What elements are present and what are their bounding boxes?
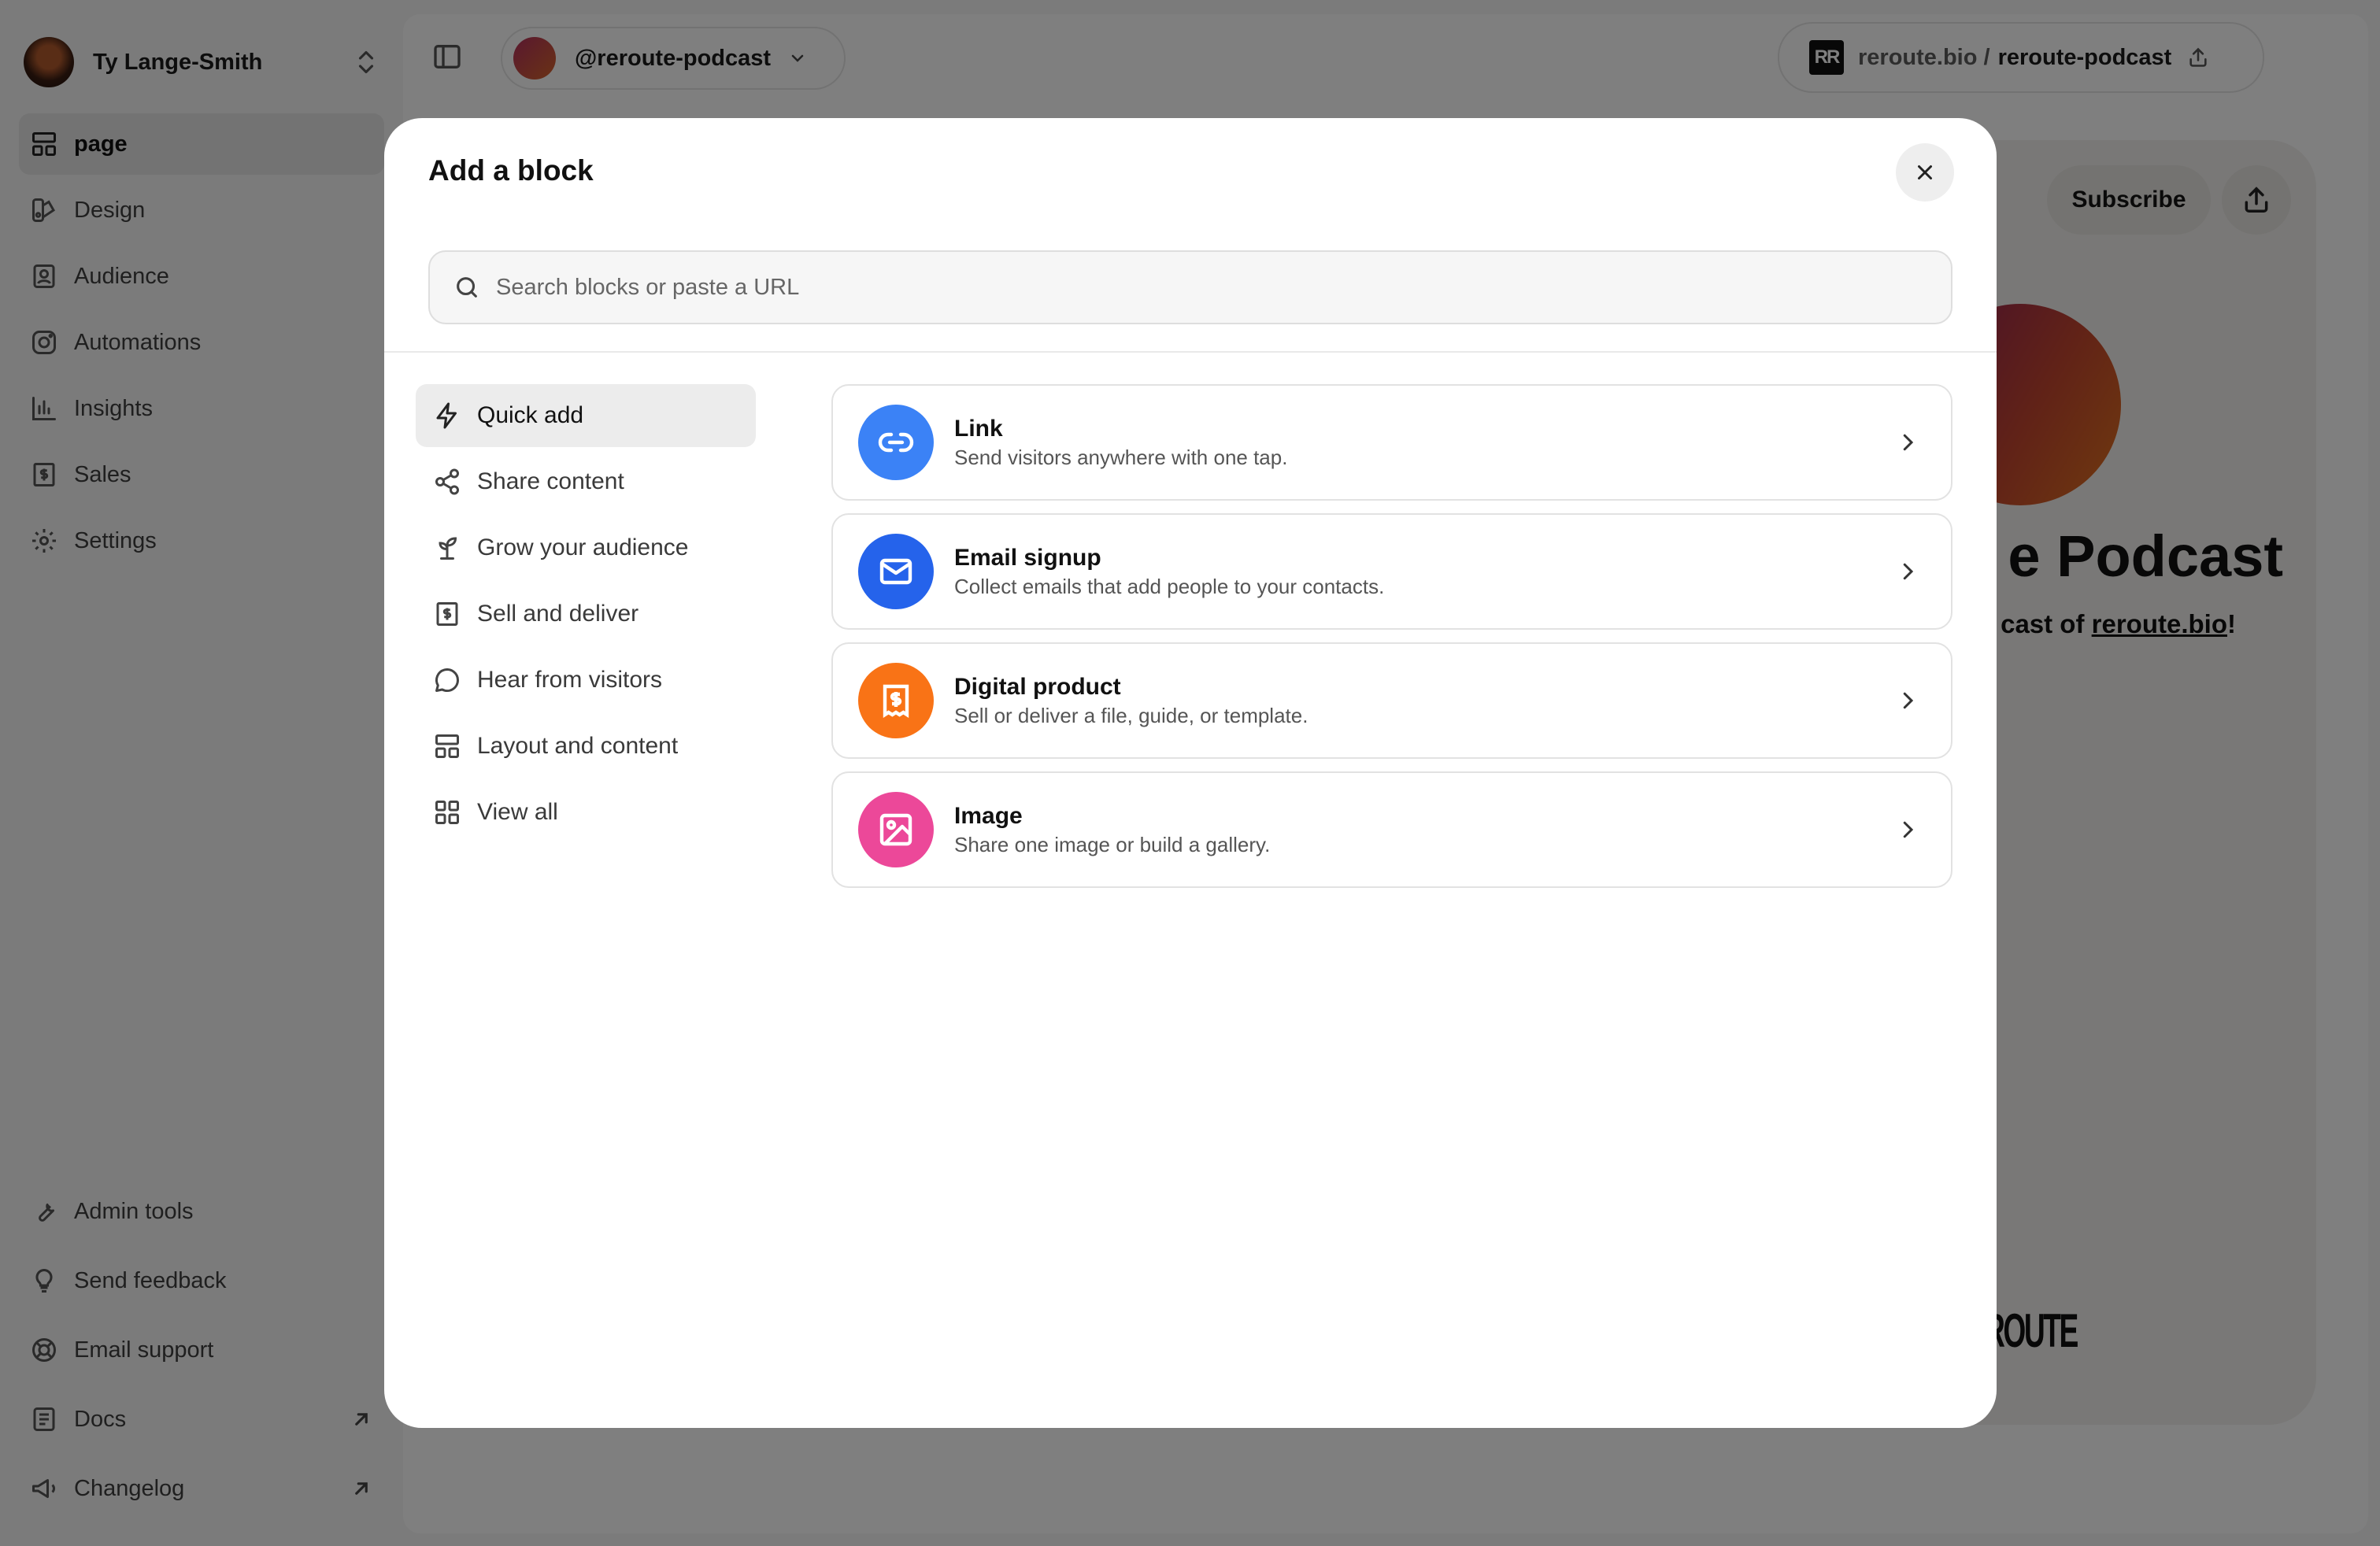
- block-description: Collect emails that add people to your c…: [954, 575, 1385, 598]
- lightning-icon: [436, 402, 457, 429]
- block-description: Send visitors anywhere with one tap.: [954, 446, 1288, 469]
- divider: [384, 351, 1997, 353]
- block-card-link[interactable]: Link Send visitors anywhere with one tap…: [831, 384, 1952, 501]
- block-icon-badge: [858, 405, 934, 480]
- category-sell-deliver[interactable]: Sell and deliver: [416, 583, 756, 645]
- chat-bubble-icon: [435, 668, 460, 693]
- category-label: View all: [477, 799, 558, 825]
- category-view-all[interactable]: View all: [416, 781, 756, 844]
- chevron-right-icon: [1903, 692, 1914, 709]
- category-label: Quick add: [477, 402, 584, 428]
- category-label: Share content: [477, 468, 624, 494]
- category-share-content[interactable]: Share content: [416, 450, 756, 513]
- receipt-dollar-icon: [883, 684, 909, 719]
- sprout-icon: [439, 537, 457, 560]
- chevron-right-icon: [1903, 434, 1914, 451]
- block-card-image[interactable]: Image Share one image or build a gallery…: [831, 771, 1952, 888]
- dialog-title: Add a block: [428, 154, 594, 187]
- layout-icon: [435, 734, 459, 758]
- block-title: Email signup: [954, 545, 1101, 571]
- block-title: Image: [954, 803, 1023, 829]
- chevron-right-icon: [1903, 821, 1914, 838]
- category-layout-content[interactable]: Layout and content: [416, 715, 756, 778]
- search-input[interactable]: [494, 273, 1915, 301]
- search-icon: [457, 277, 477, 298]
- block-icon-badge: [858, 534, 934, 609]
- grid-icon: [435, 801, 459, 824]
- link-icon: [878, 432, 914, 453]
- block-card-email-signup[interactable]: Email signup Collect emails that add peo…: [831, 513, 1952, 630]
- category-quick-add[interactable]: Quick add: [416, 384, 756, 447]
- category-label: Hear from visitors: [477, 667, 663, 693]
- envelope-icon: [879, 558, 912, 585]
- image-icon: [879, 813, 912, 846]
- category-grow-audience[interactable]: Grow your audience: [416, 516, 756, 579]
- block-icon-badge: [858, 792, 934, 867]
- block-description: Sell or deliver a file, guide, or templa…: [954, 704, 1308, 727]
- category-hear-visitors[interactable]: Hear from visitors: [416, 649, 756, 712]
- block-icon-badge: [858, 663, 934, 738]
- block-search: [428, 250, 1952, 324]
- close-button[interactable]: [1896, 143, 1954, 202]
- category-label: Sell and deliver: [477, 601, 639, 627]
- close-icon: [1918, 165, 1932, 179]
- block-card-digital-product[interactable]: Digital product Sell or deliver a file, …: [831, 642, 1952, 759]
- chevron-right-icon: [1903, 563, 1914, 580]
- block-title: Digital product: [954, 674, 1121, 700]
- block-title: Link: [954, 416, 1003, 442]
- share-icon: [435, 468, 459, 495]
- receipt-dollar-icon: [436, 602, 458, 626]
- category-label: Layout and content: [477, 733, 679, 759]
- category-label: Grow your audience: [477, 534, 689, 560]
- block-description: Share one image or build a gallery.: [954, 833, 1271, 856]
- add-block-dialog: Add a block Quick add Share content Grow…: [384, 118, 1997, 1428]
